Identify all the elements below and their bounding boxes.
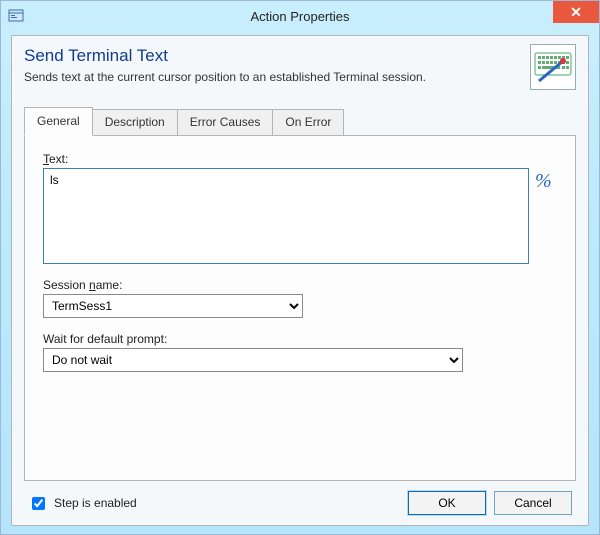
session-label-pre: Session [43, 278, 89, 292]
session-label-post: ame: [96, 278, 123, 292]
text-row: ls % [43, 168, 557, 264]
wait-label: Wait for default prompt: [43, 332, 557, 346]
svg-text:%: % [535, 170, 552, 192]
step-enabled-input[interactable] [32, 497, 45, 510]
title-bar: Action Properties ✕ [1, 1, 599, 31]
dialog-body: Send Terminal Text Sends text at the cur… [1, 31, 599, 534]
tab-general[interactable]: General [24, 107, 93, 136]
wait-field-block: Wait for default prompt: Do not wait [43, 332, 557, 372]
dialog-footer: Step is enabled OK Cancel [24, 489, 576, 517]
tab-error-causes[interactable]: Error Causes [177, 109, 274, 135]
tabstrip: General Description Error Causes On Erro… [24, 106, 576, 136]
text-input[interactable]: ls [43, 168, 529, 264]
insert-variable-button[interactable]: % [535, 170, 557, 195]
step-enabled-checkbox[interactable]: Step is enabled [28, 494, 137, 513]
window-title: Action Properties [1, 9, 599, 24]
header-text: Send Terminal Text Sends text at the cur… [24, 44, 520, 84]
page-title: Send Terminal Text [24, 46, 520, 66]
session-label: Session name: [43, 278, 557, 292]
text-label-rest: ext: [49, 152, 68, 166]
session-label-mnemonic: n [89, 278, 96, 292]
step-enabled-label: Step is enabled [54, 496, 137, 510]
dialog-window: Action Properties ✕ Send Terminal Text S… [0, 0, 600, 535]
text-label: Text: [43, 152, 557, 166]
content-panel: Send Terminal Text Sends text at the cur… [11, 35, 589, 526]
tab-on-error[interactable]: On Error [272, 109, 344, 135]
page-subtitle: Sends text at the current cursor positio… [24, 70, 520, 84]
session-field-block: Session name: TermSess1 [43, 278, 557, 318]
tab-description[interactable]: Description [92, 109, 178, 135]
session-select[interactable]: TermSess1 [43, 294, 303, 318]
cancel-button[interactable]: Cancel [494, 491, 572, 515]
tab-panel-general: Text: ls % Session name: [24, 136, 576, 481]
keyboard-icon [530, 44, 576, 90]
wait-select[interactable]: Do not wait [43, 348, 463, 372]
ok-button[interactable]: OK [408, 491, 486, 515]
close-button[interactable]: ✕ [553, 1, 599, 23]
text-field-block: Text: ls % [43, 152, 557, 264]
header-row: Send Terminal Text Sends text at the cur… [24, 44, 576, 90]
